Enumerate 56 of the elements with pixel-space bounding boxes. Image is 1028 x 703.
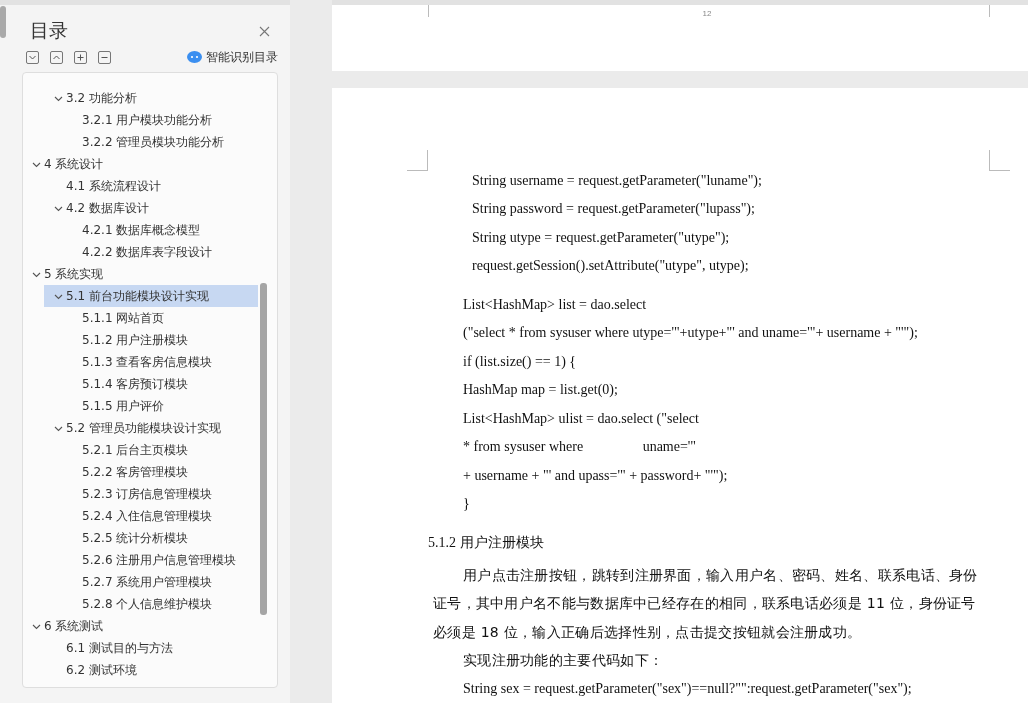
code-line: }: [462, 495, 471, 513]
collapse-all-icon[interactable]: [50, 50, 63, 64]
code-line: request.getSession().setAttribute("utype", utype);: [471, 257, 750, 275]
code-line: String utype = request.getParameter("utype");: [471, 228, 731, 247]
toc-item[interactable]: 5.1.4 客房预订模块: [44, 373, 258, 395]
toc-item[interactable]: 4.1 系统流程设计: [44, 175, 258, 197]
toc-item[interactable]: 5.1 前台功能模块设计实现: [44, 285, 258, 307]
minus-icon[interactable]: [98, 50, 111, 64]
toc-item[interactable]: 5.2.7 系统用户管理模块: [44, 571, 258, 593]
crop-mark: [407, 149, 428, 171]
scrollbar-thumb[interactable]: [0, 6, 6, 38]
toc-item[interactable]: 6 系统测试: [32, 615, 262, 637]
toc-item[interactable]: 5.1.3 查看客房信息模块: [44, 351, 258, 373]
toc-item[interactable]: 5.2.6 注册用户信息管理模块: [44, 549, 258, 571]
scrollbar-thumb[interactable]: [260, 283, 267, 615]
toc-item[interactable]: 4 系统设计: [32, 153, 262, 175]
smart-recognize-button[interactable]: 智能识别目录: [187, 48, 278, 66]
body-paragraph: 用户点击注册按钮，跳转到注册界面，输入用户名、密码、姓名、联系电话、身份证号，其中用户名不能与数据库中已经存在的相同，联系电话必须是 11 位，身份证号必须是 18 位，输入正确后选择性别，点击提交按钮就会注册成功。: [432, 565, 979, 642]
toc-item[interactable]: 5.1.2 用户注册模块: [44, 329, 258, 351]
code-line: ("select * from sysuser where utype='"+utype+"' and uname='"+ username + "'");: [462, 324, 919, 342]
code-line: String sex = request.getParameter("sex")==null?"":request.getParameter("sex");: [462, 679, 913, 698]
toc-item[interactable]: 3.2 功能分析: [44, 87, 258, 109]
code-line: + username + "' and upass='" + password+ "'");: [462, 466, 729, 485]
close-icon[interactable]: [259, 25, 270, 37]
code-line: String username = request.getParameter("luname");: [471, 171, 763, 190]
toc-item[interactable]: 5.2.1 后台主页模块: [44, 439, 258, 461]
toc-item[interactable]: 5.2.4 入住信息管理模块: [44, 505, 258, 527]
section-heading: 5.1.2 用户注册模块: [428, 533, 545, 552]
code-line: * from sysuser where uname='": [462, 438, 698, 456]
toc-item[interactable]: 4.2.2 数据库表字段设计: [44, 241, 258, 263]
toc-item[interactable]: 6.2 测试环境: [44, 659, 258, 681]
code-line: if (list.size() == 1) {: [462, 352, 578, 371]
toc-item[interactable]: 5 系统实现: [32, 263, 262, 285]
toc-item[interactable]: 5.2.5 统计分析模块: [44, 527, 258, 549]
toc-item[interactable]: 5.2.3 订房信息管理模块: [44, 483, 258, 505]
toc-item[interactable]: 4.2.1 数据库概念模型: [44, 219, 258, 241]
toc-item[interactable]: 5.2 管理员功能模块设计实现: [44, 417, 258, 439]
toc-item[interactable]: 5.1.5 用户评价: [44, 395, 258, 417]
cloud-face-icon: [187, 51, 202, 63]
toc-item[interactable]: 6.1 测试目的与方法: [44, 637, 258, 659]
toc-item[interactable]: 5.2.8 个人信息维护模块: [44, 593, 258, 615]
toc-item[interactable]: 5.2.2 客房管理模块: [44, 461, 258, 483]
toc-item[interactable]: 5.1.1 网站首页: [44, 307, 258, 329]
code-line: List<HashMap> ulist = dao.select ("select: [462, 409, 700, 428]
body-paragraph: 实现注册功能的主要代码如下：: [462, 651, 665, 670]
toc-item[interactable]: 3.2.1 用户模块功能分析: [44, 109, 258, 131]
toc-item[interactable]: 4.2 数据库设计: [44, 197, 258, 219]
page-number: 12: [702, 9, 712, 20]
code-line: HashMap map = list.get(0);: [462, 381, 619, 399]
crop-mark: [989, 149, 1010, 171]
toc-item[interactable]: 3.2.2 管理员模块功能分析: [44, 131, 258, 153]
panel-title: 目录: [30, 18, 68, 43]
code-line: String password = request.getParameter("lupass");: [471, 200, 756, 218]
code-line: List<HashMap> list = dao.select: [462, 295, 648, 314]
expand-all-icon[interactable]: [26, 50, 39, 64]
plus-icon[interactable]: [74, 50, 87, 64]
